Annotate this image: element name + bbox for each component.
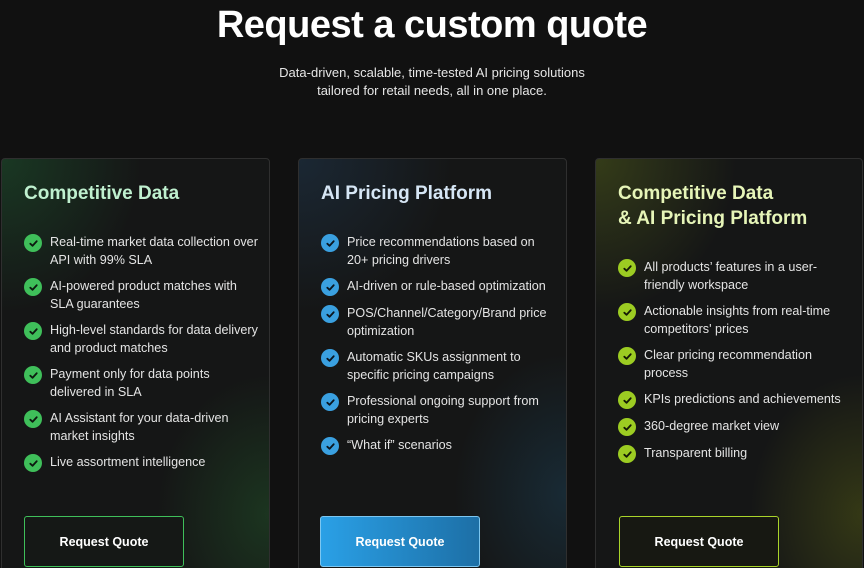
request-quote-button[interactable]: Request Quote	[619, 516, 779, 567]
request-quote-button[interactable]: Request Quote	[320, 516, 480, 567]
card-title: Competitive Data	[24, 181, 254, 206]
page-subtitle: Data-driven, scalable, time-tested AI pr…	[232, 64, 632, 100]
feature-text: Real-time market data collection over AP…	[50, 235, 258, 267]
feature-text: Actionable insights from real-time compe…	[644, 304, 831, 336]
list-item: Actionable insights from real-time compe…	[618, 303, 853, 338]
check-circle-icon	[321, 437, 339, 455]
list-item: AI Assistant for your data-driven market…	[24, 410, 259, 445]
check-circle-icon	[618, 347, 636, 365]
check-circle-icon	[321, 349, 339, 367]
feature-text: “What if” scenarios	[347, 438, 452, 452]
list-item: “What if” scenarios	[321, 437, 556, 455]
check-circle-icon	[24, 278, 42, 296]
check-circle-icon	[321, 305, 339, 323]
list-item: Automatic SKUs assignment to specific pr…	[321, 349, 556, 384]
subtitle-line-1: Data-driven, scalable, time-tested AI pr…	[279, 65, 585, 80]
list-item: KPIs predictions and achievements	[618, 391, 853, 409]
feature-text: Professional ongoing support from pricin…	[347, 394, 539, 426]
feature-text: Price recommendations based on 20+ prici…	[347, 235, 535, 267]
check-circle-icon	[618, 259, 636, 277]
check-circle-icon	[24, 322, 42, 340]
check-circle-icon	[321, 234, 339, 252]
list-item: High-level standards for data delivery a…	[24, 322, 259, 357]
feature-list: Price recommendations based on 20+ prici…	[321, 234, 556, 464]
list-item: Clear pricing recommendation process	[618, 347, 853, 382]
check-circle-icon	[24, 234, 42, 252]
feature-text: All products’ features in a user-friendl…	[644, 260, 818, 292]
card-title-line-1: Competitive Data	[24, 183, 180, 204]
list-item: 360-degree market view	[618, 418, 853, 436]
check-circle-icon	[618, 391, 636, 409]
pricing-card-competitive-data: Competitive Data Real-time market data c…	[1, 158, 270, 568]
check-circle-icon	[321, 278, 339, 296]
card-title-line-1: Competitive Data	[618, 183, 774, 204]
feature-text: Payment only for data points delivered i…	[50, 367, 210, 399]
list-item: All products’ features in a user-friendl…	[618, 259, 853, 294]
card-title: Competitive Data & AI Pricing Platform	[618, 181, 848, 231]
check-circle-icon	[24, 410, 42, 428]
card-title: AI Pricing Platform	[321, 181, 551, 206]
feature-list: Real-time market data collection over AP…	[24, 234, 259, 481]
feature-text: KPIs predictions and achievements	[644, 392, 841, 406]
feature-text: Live assortment intelligence	[50, 455, 206, 469]
check-circle-icon	[24, 366, 42, 384]
check-circle-icon	[618, 418, 636, 436]
feature-text: POS/Channel/Category/Brand price optimiz…	[347, 306, 547, 338]
feature-text: 360-degree market view	[644, 419, 780, 433]
check-circle-icon	[618, 303, 636, 321]
page: Request a custom quote Data-driven, scal…	[0, 0, 864, 568]
pricing-card-competitive-data-ai-pricing: Competitive Data & AI Pricing Platform A…	[595, 158, 863, 568]
list-item: Live assortment intelligence	[24, 454, 259, 472]
list-item: AI-driven or rule-based optimization	[321, 278, 556, 296]
request-quote-button[interactable]: Request Quote	[24, 516, 184, 567]
feature-list: All products’ features in a user-friendl…	[618, 259, 853, 472]
feature-text: High-level standards for data delivery a…	[50, 323, 258, 355]
feature-text: AI-driven or rule-based optimization	[347, 279, 546, 293]
page-title: Request a custom quote	[216, 4, 648, 46]
list-item: Professional ongoing support from pricin…	[321, 393, 556, 428]
feature-text: Clear pricing recommendation process	[644, 348, 812, 380]
list-item: POS/Channel/Category/Brand price optimiz…	[321, 305, 556, 340]
list-item: AI-powered product matches with SLA guar…	[24, 278, 259, 313]
feature-text: AI-powered product matches with SLA guar…	[50, 279, 237, 311]
check-circle-icon	[618, 445, 636, 463]
feature-text: AI Assistant for your data-driven market…	[50, 411, 229, 443]
pricing-card-ai-pricing-platform: AI Pricing Platform Price recommendation…	[298, 158, 567, 568]
list-item: Transparent billing	[618, 445, 853, 463]
feature-text: Transparent billing	[644, 446, 748, 460]
check-circle-icon	[24, 454, 42, 472]
subtitle-line-2: tailored for retail needs, all in one pl…	[317, 83, 547, 98]
list-item: Real-time market data collection over AP…	[24, 234, 259, 269]
card-title-line-1: AI Pricing Platform	[321, 183, 493, 204]
check-circle-icon	[321, 393, 339, 411]
card-title-line-2: & AI Pricing Platform	[618, 208, 808, 229]
list-item: Price recommendations based on 20+ prici…	[321, 234, 556, 269]
feature-text: Automatic SKUs assignment to specific pr…	[347, 350, 521, 382]
list-item: Payment only for data points delivered i…	[24, 366, 259, 401]
